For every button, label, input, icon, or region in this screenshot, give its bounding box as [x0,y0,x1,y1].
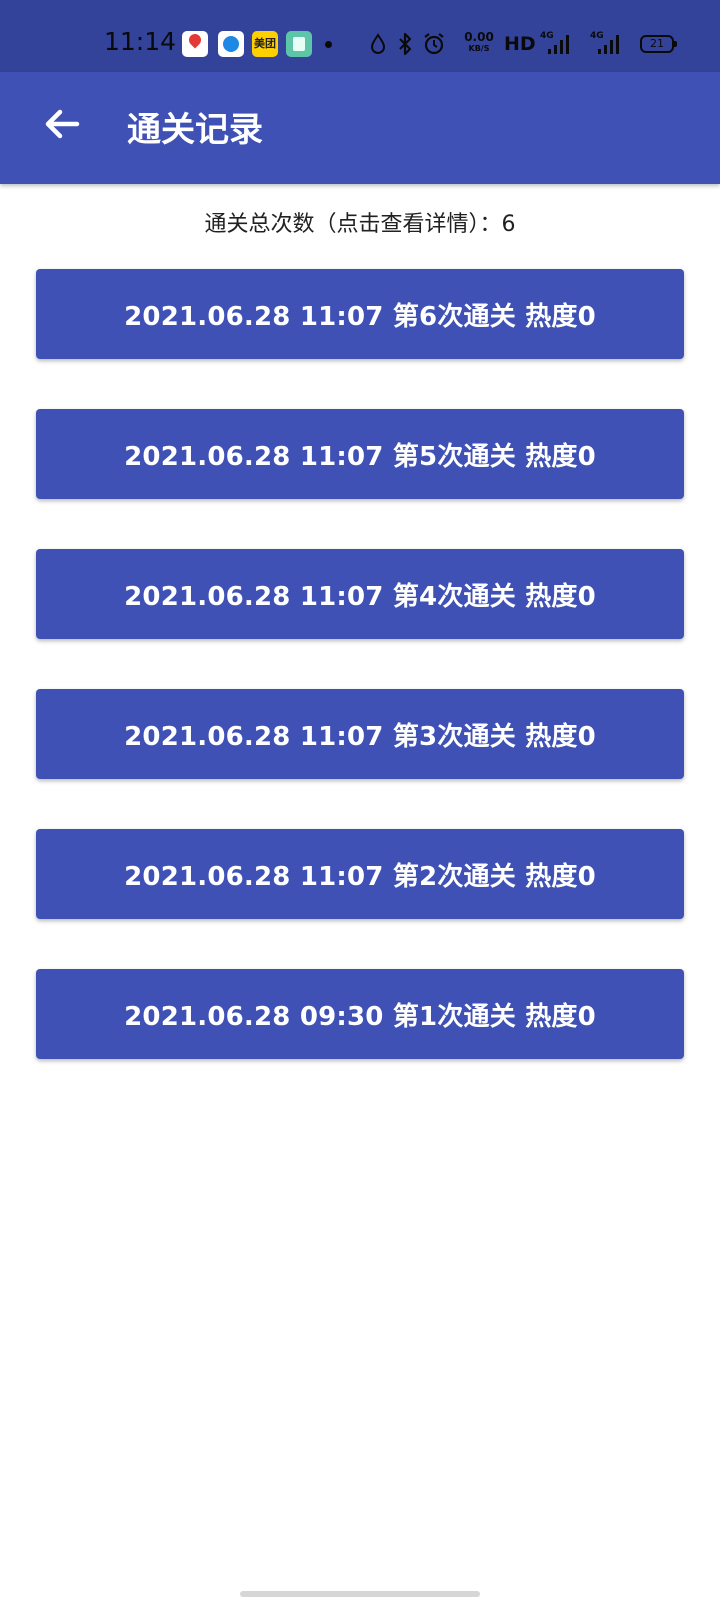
app-bar: 通关记录 [0,72,720,184]
signal-icon [548,35,569,54]
map-pin-icon [182,31,208,57]
signal-icon-2 [598,35,619,54]
record-button-3[interactable]: 2021.06.28 11:07 第3次通关 热度0 [36,689,684,779]
record-button-1[interactable]: 2021.06.28 09:30 第1次通关 热度0 [36,969,684,1059]
record-button-4[interactable]: 2021.06.28 11:07 第4次通关 热度0 [36,549,684,639]
arrow-left-icon [45,109,80,139]
water-drop-icon [370,33,386,54]
browser-icon [218,31,244,57]
network-speed-value: 0.00 [464,30,494,44]
record-list: 2021.06.28 11:07 第6次通关 热度0 2021.06.28 11… [36,269,684,1109]
dot-icon [325,41,332,48]
alarm-icon [424,33,444,55]
total-count-summary: 通关总次数（点击查看详情）：6 [204,212,516,237]
record-button-5[interactable]: 2021.06.28 11:07 第5次通关 热度0 [36,409,684,499]
record-button-6[interactable]: 2021.06.28 11:07 第6次通关 热度0 [36,269,684,359]
home-indicator[interactable] [240,1591,480,1597]
status-bar: 11:14 美团 0.00 KB/S HD 4G 4G 21 [0,0,720,72]
network-speed: 0.00 KB/S [462,31,496,54]
battery-icon: 21 [640,35,677,53]
record-button-2[interactable]: 2021.06.28 11:07 第2次通关 热度0 [36,829,684,919]
network-speed-unit: KB/S [468,44,490,53]
status-time: 11:14 [104,27,177,56]
page-title: 通关记录 [127,110,263,150]
bluetooth-icon [399,32,412,56]
hd-label: HD [504,33,536,55]
back-button[interactable] [30,92,94,156]
meituan-icon: 美团 [252,31,278,57]
reader-icon [286,31,312,57]
